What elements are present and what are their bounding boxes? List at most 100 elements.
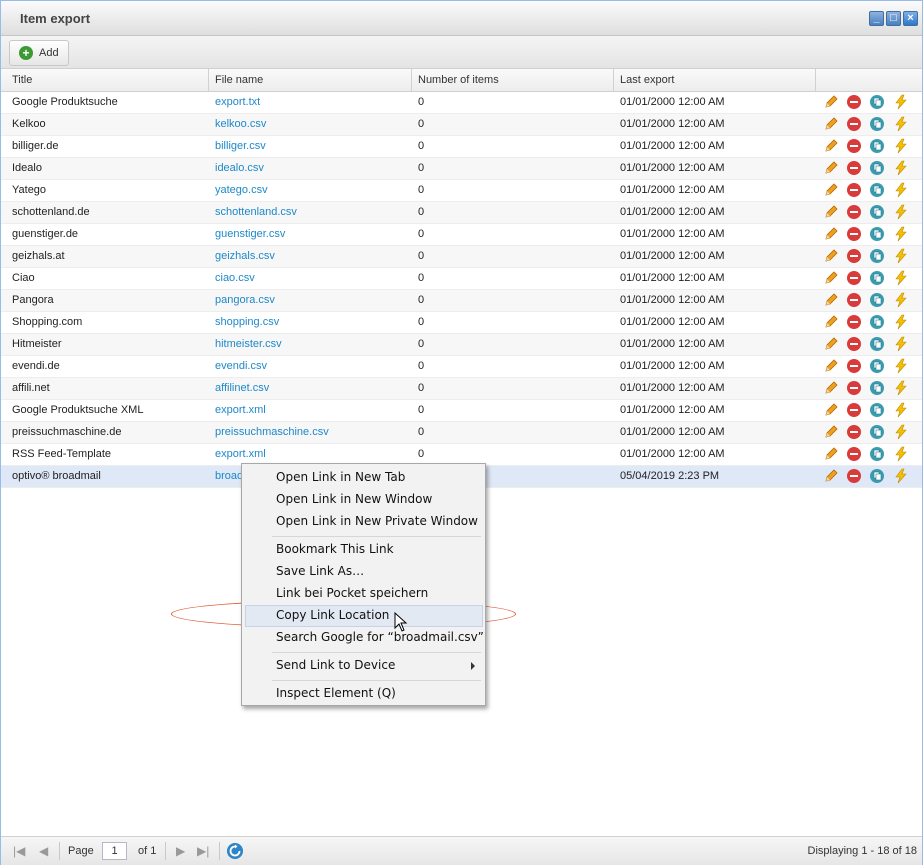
table-row[interactable]: Kelkoo kelkoo.csv 0 01/01/2000 12:00 AM	[1, 114, 922, 136]
table-row[interactable]: guenstiger.de guenstiger.csv 0 01/01/2000 1…	[1, 224, 922, 246]
first-page-icon[interactable]: |◀	[13, 844, 25, 858]
edit-icon[interactable]	[823, 226, 839, 242]
duplicate-icon[interactable]	[869, 204, 885, 220]
cell-file-link[interactable]: affilinet.csv	[209, 378, 411, 398]
table-row[interactable]: billiger.de billiger.csv 0 01/01/2000 12:00…	[1, 136, 922, 158]
run-export-icon[interactable]	[893, 270, 909, 286]
run-export-icon[interactable]	[893, 160, 909, 176]
delete-icon[interactable]	[846, 182, 862, 198]
delete-icon[interactable]	[846, 292, 862, 308]
run-export-icon[interactable]	[893, 380, 909, 396]
edit-icon[interactable]	[823, 138, 839, 154]
edit-icon[interactable]	[823, 358, 839, 374]
run-export-icon[interactable]	[893, 94, 909, 110]
duplicate-icon[interactable]	[869, 446, 885, 462]
run-export-icon[interactable]	[893, 116, 909, 132]
table-row[interactable]: Google Produktsuche export.txt 0 01/01/2000…	[1, 92, 922, 114]
delete-icon[interactable]	[846, 314, 862, 330]
run-export-icon[interactable]	[893, 402, 909, 418]
duplicate-icon[interactable]	[869, 358, 885, 374]
cell-file-link[interactable]: export.xml	[209, 444, 411, 464]
duplicate-icon[interactable]	[869, 138, 885, 154]
delete-icon[interactable]	[846, 336, 862, 352]
cell-file-link[interactable]: evendi.csv	[209, 356, 411, 376]
cell-file-link[interactable]: preissuchmaschine.csv	[209, 422, 411, 442]
delete-icon[interactable]	[846, 116, 862, 132]
delete-icon[interactable]	[846, 94, 862, 110]
menu-open-new-window[interactable]: Open Link in New Window	[276, 492, 432, 506]
cell-file-link[interactable]: kelkoo.csv	[209, 114, 411, 134]
run-export-icon[interactable]	[893, 314, 909, 330]
cell-file-link[interactable]: billiger.csv	[209, 136, 411, 156]
duplicate-icon[interactable]	[869, 292, 885, 308]
column-header-last-export[interactable]: Last export	[614, 69, 816, 91]
menu-search-google[interactable]: Search Google for “broadmail.csv”	[276, 630, 484, 644]
table-row[interactable]: Yatego yatego.csv 0 01/01/2000 12:00 AM	[1, 180, 922, 202]
refresh-icon[interactable]	[227, 843, 243, 859]
cell-file-link[interactable]: geizhals.csv	[209, 246, 411, 266]
maximize-icon[interactable]: □	[886, 11, 901, 26]
menu-open-private-window[interactable]: Open Link in New Private Window	[276, 514, 478, 528]
run-export-icon[interactable]	[893, 468, 909, 484]
run-export-icon[interactable]	[893, 358, 909, 374]
run-export-icon[interactable]	[893, 204, 909, 220]
run-export-icon[interactable]	[893, 336, 909, 352]
delete-icon[interactable]	[846, 248, 862, 264]
prev-page-icon[interactable]: ◀	[39, 844, 48, 858]
page-number-input[interactable]: 1	[102, 842, 127, 860]
run-export-icon[interactable]	[893, 138, 909, 154]
table-row[interactable]: evendi.de evendi.csv 0 01/01/2000 12:00 AM	[1, 356, 922, 378]
menu-inspect-element[interactable]: Inspect Element (Q)	[276, 686, 396, 700]
delete-icon[interactable]	[846, 138, 862, 154]
column-header-number-of-items[interactable]: Number of items	[412, 69, 614, 91]
table-row[interactable]: Shopping.com shopping.csv 0 01/01/2000 12:0…	[1, 312, 922, 334]
duplicate-icon[interactable]	[869, 402, 885, 418]
duplicate-icon[interactable]	[869, 380, 885, 396]
duplicate-icon[interactable]	[869, 116, 885, 132]
duplicate-icon[interactable]	[869, 248, 885, 264]
duplicate-icon[interactable]	[869, 424, 885, 440]
menu-copy-link-location[interactable]: Copy Link Location	[276, 608, 389, 622]
table-row[interactable]: preissuchmaschine.de preissuchmaschine.cs…	[1, 422, 922, 444]
edit-icon[interactable]	[823, 468, 839, 484]
edit-icon[interactable]	[823, 314, 839, 330]
next-page-icon[interactable]: ▶	[176, 844, 185, 858]
menu-bookmark-link[interactable]: Bookmark This Link	[276, 542, 394, 556]
menu-send-to-device[interactable]: Send Link to Device	[276, 658, 395, 672]
duplicate-icon[interactable]	[869, 270, 885, 286]
edit-icon[interactable]	[823, 116, 839, 132]
edit-icon[interactable]	[823, 204, 839, 220]
delete-icon[interactable]	[846, 402, 862, 418]
run-export-icon[interactable]	[893, 292, 909, 308]
cell-file-link[interactable]: hitmeister.csv	[209, 334, 411, 354]
run-export-icon[interactable]	[893, 248, 909, 264]
cell-file-link[interactable]: shopping.csv	[209, 312, 411, 332]
duplicate-icon[interactable]	[869, 336, 885, 352]
table-row[interactable]: Google Produktsuche XML export.xml 0 01/01/…	[1, 400, 922, 422]
run-export-icon[interactable]	[893, 182, 909, 198]
delete-icon[interactable]	[846, 270, 862, 286]
table-row[interactable]: Ciao ciao.csv 0 01/01/2000 12:00 AM	[1, 268, 922, 290]
edit-icon[interactable]	[823, 94, 839, 110]
menu-open-new-tab[interactable]: Open Link in New Tab	[276, 470, 405, 484]
cell-file-link[interactable]: export.txt	[209, 92, 411, 112]
delete-icon[interactable]	[846, 380, 862, 396]
delete-icon[interactable]	[846, 226, 862, 242]
duplicate-icon[interactable]	[869, 182, 885, 198]
menu-save-link-as[interactable]: Save Link As…	[276, 564, 364, 578]
column-header-title[interactable]: Title	[6, 69, 209, 91]
cell-file-link[interactable]: export.xml	[209, 400, 411, 420]
cell-file-link[interactable]: schottenland.csv	[209, 202, 411, 222]
edit-icon[interactable]	[823, 160, 839, 176]
menu-pocket[interactable]: Link bei Pocket speichern	[276, 586, 428, 600]
duplicate-icon[interactable]	[869, 468, 885, 484]
cell-file-link[interactable]: yatego.csv	[209, 180, 411, 200]
table-row[interactable]: schottenland.de schottenland.csv 0 01/01/20…	[1, 202, 922, 224]
add-button[interactable]: + Add	[9, 40, 69, 66]
duplicate-icon[interactable]	[869, 226, 885, 242]
edit-icon[interactable]	[823, 292, 839, 308]
edit-icon[interactable]	[823, 336, 839, 352]
cell-file-link[interactable]: idealo.csv	[209, 158, 411, 178]
last-page-icon[interactable]: ▶|	[197, 844, 209, 858]
delete-icon[interactable]	[846, 424, 862, 440]
